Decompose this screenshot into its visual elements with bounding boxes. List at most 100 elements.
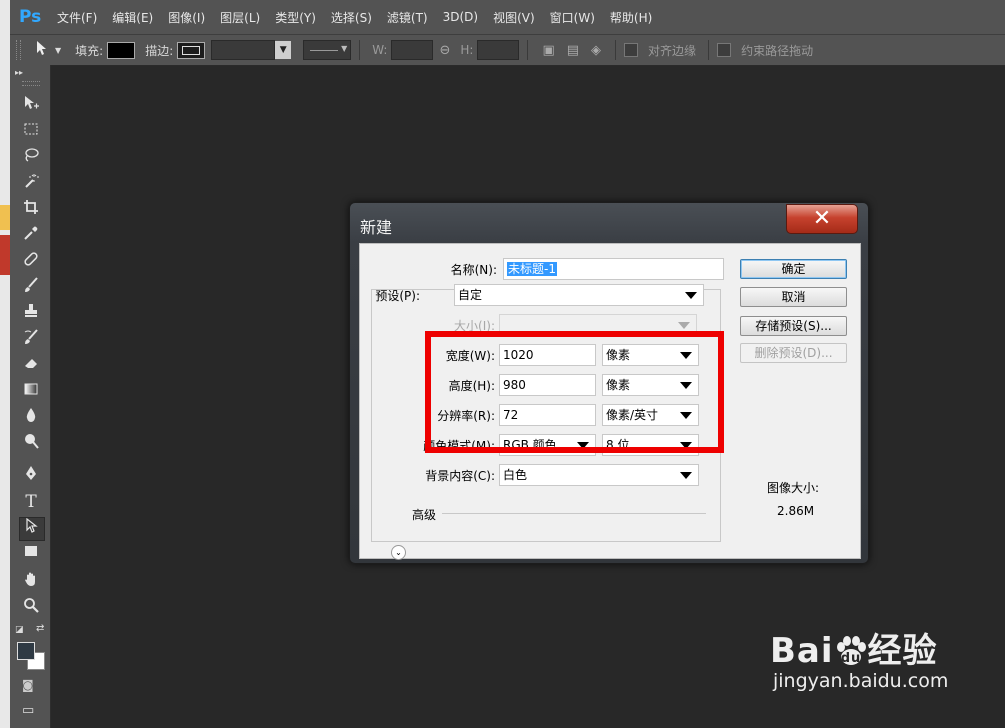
menu-window[interactable]: 窗口(W)	[550, 9, 595, 26]
fill-label: 填充:	[75, 43, 104, 58]
tools-grip[interactable]	[22, 81, 40, 86]
dodge-icon[interactable]	[19, 433, 43, 455]
preset-label: 预设(P):	[375, 289, 420, 303]
w-label: W:	[372, 43, 388, 57]
tools-panel: ▸▸ T ◪ ⇄ ◙ ▭	[10, 65, 51, 728]
watermark-brand-text: Bai	[770, 631, 834, 671]
lasso-icon[interactable]	[19, 147, 43, 169]
menu-3d[interactable]: 3D(D)	[443, 10, 478, 24]
dialog-title: 新建	[360, 218, 393, 237]
background-contents-select[interactable]: 白色	[499, 464, 699, 486]
swap-colors-icon[interactable]: ⇄	[36, 623, 44, 634]
stroke-type-dropdown[interactable]: ▼	[303, 40, 352, 60]
advanced-label[interactable]: 高级	[412, 506, 436, 523]
background-contents-label: 背景内容(C):	[425, 469, 495, 483]
watermark-brand: Bai du 经验	[770, 623, 948, 672]
path-select-icon[interactable]	[35, 40, 49, 60]
tool-preset-dropdown-icon[interactable]: ▼	[55, 46, 61, 55]
stroke-label: 描边:	[145, 43, 174, 58]
image-size-value: 2.86M	[777, 504, 815, 518]
menu-select[interactable]: 选择(S)	[331, 9, 372, 26]
menu-filter[interactable]: 滤镜(T)	[387, 9, 428, 26]
width-field[interactable]	[391, 40, 434, 60]
rectangle-icon[interactable]	[19, 543, 43, 565]
preset-value: 自定	[458, 288, 483, 302]
background-window-edge	[0, 0, 10, 728]
separator	[708, 40, 710, 60]
options-bar: ▼ 填充: 描边: ▼ ▼ W: ⊖ H: ▣ ▤ ◈ 对齐边缘 约束路径拖动	[10, 34, 1005, 66]
align-edges-checkbox[interactable]	[624, 43, 639, 57]
menu-layer[interactable]: 图层(L)	[220, 9, 260, 26]
stroke-swatch[interactable]	[177, 41, 206, 59]
name-value: 未标题-1	[507, 262, 557, 276]
zoom-icon[interactable]	[19, 597, 43, 619]
move-icon[interactable]	[19, 95, 43, 117]
watermark-url: jingyan.baidu.com	[773, 670, 949, 692]
height-field[interactable]	[477, 40, 520, 60]
separator	[527, 40, 529, 60]
delete-preset-button: 删除预设(D)...	[740, 343, 847, 363]
blur-icon[interactable]	[19, 407, 43, 429]
default-colors-icon[interactable]: ◪	[15, 625, 24, 635]
align-edges-label: 对齐边缘	[648, 43, 697, 58]
foreground-color-swatch[interactable]	[17, 642, 35, 660]
stroke-width-field[interactable]	[211, 40, 276, 60]
background-accent	[0, 205, 10, 230]
close-icon[interactable]: ✕	[786, 204, 858, 234]
background-contents-value: 白色	[503, 468, 528, 482]
path-operations-icon[interactable]: ▣	[542, 43, 554, 58]
menu-edit[interactable]: 编辑(E)	[112, 9, 153, 26]
cancel-button[interactable]: 取消	[740, 287, 847, 307]
annotation-highlight	[425, 331, 724, 453]
advanced-expand-icon[interactable]: ⌄	[391, 545, 406, 560]
image-size-label: 图像大小:	[767, 481, 820, 495]
constrain-path-label: 约束路径拖动	[741, 43, 814, 58]
constrain-path-checkbox[interactable]	[717, 43, 732, 57]
stroke-width-dropdown-icon[interactable]: ▼	[275, 41, 292, 59]
hand-icon[interactable]	[19, 571, 43, 593]
svg-text:du: du	[840, 651, 861, 666]
separator	[615, 40, 617, 60]
baidu-watermark: Bai du 经验 jingyan.baidu.com	[770, 623, 948, 692]
healing-brush-icon[interactable]	[19, 251, 43, 273]
clone-stamp-icon[interactable]	[19, 303, 43, 325]
chevron-down-icon	[678, 322, 690, 329]
menu-image[interactable]: 图像(I)	[168, 9, 205, 26]
brush-icon[interactable]	[19, 277, 43, 299]
options-grip[interactable]	[16, 40, 21, 60]
link-icon[interactable]: ⊖	[439, 43, 450, 58]
menu-view[interactable]: 视图(V)	[493, 9, 535, 26]
history-brush-icon[interactable]	[19, 329, 43, 351]
magic-wand-icon[interactable]	[19, 173, 43, 195]
menu-bar: Ps 文件(F) 编辑(E) 图像(I) 图层(L) 类型(Y) 选择(S) 滤…	[10, 0, 1005, 34]
marquee-icon[interactable]	[19, 121, 43, 143]
path-alignment-icon[interactable]: ▤	[567, 43, 579, 58]
pen-icon[interactable]	[19, 465, 43, 487]
path-arrangement-icon[interactable]: ◈	[591, 43, 601, 58]
type-icon[interactable]: T	[19, 491, 43, 513]
eyedropper-icon[interactable]	[19, 225, 43, 247]
crop-icon[interactable]	[19, 199, 43, 221]
menu-type[interactable]: 类型(Y)	[275, 9, 316, 26]
advanced-divider	[442, 513, 706, 514]
screen-mode-icon[interactable]: ▭	[22, 703, 34, 718]
eraser-icon[interactable]	[19, 355, 43, 377]
h-label: H:	[460, 43, 474, 57]
background-accent-red	[0, 235, 10, 275]
preset-select[interactable]: 自定	[454, 284, 704, 306]
paw-icon: du	[834, 635, 868, 666]
quick-mask-icon[interactable]: ◙	[22, 678, 34, 692]
fill-swatch[interactable]	[107, 41, 136, 59]
gradient-icon[interactable]	[19, 381, 43, 403]
name-field[interactable]: 未标题-1	[503, 258, 724, 280]
ok-button[interactable]: 确定	[740, 259, 847, 279]
chevron-down-icon	[680, 472, 692, 479]
menu-help[interactable]: 帮助(H)	[610, 9, 652, 26]
path-select-tool-icon[interactable]	[19, 517, 45, 541]
menu-file[interactable]: 文件(F)	[57, 9, 97, 26]
separator	[359, 40, 361, 60]
collapse-panel-icon[interactable]: ▸▸	[15, 68, 23, 77]
name-label: 名称(N):	[450, 263, 497, 277]
chevron-down-icon	[685, 292, 697, 299]
save-preset-button[interactable]: 存储预设(S)...	[740, 316, 847, 336]
